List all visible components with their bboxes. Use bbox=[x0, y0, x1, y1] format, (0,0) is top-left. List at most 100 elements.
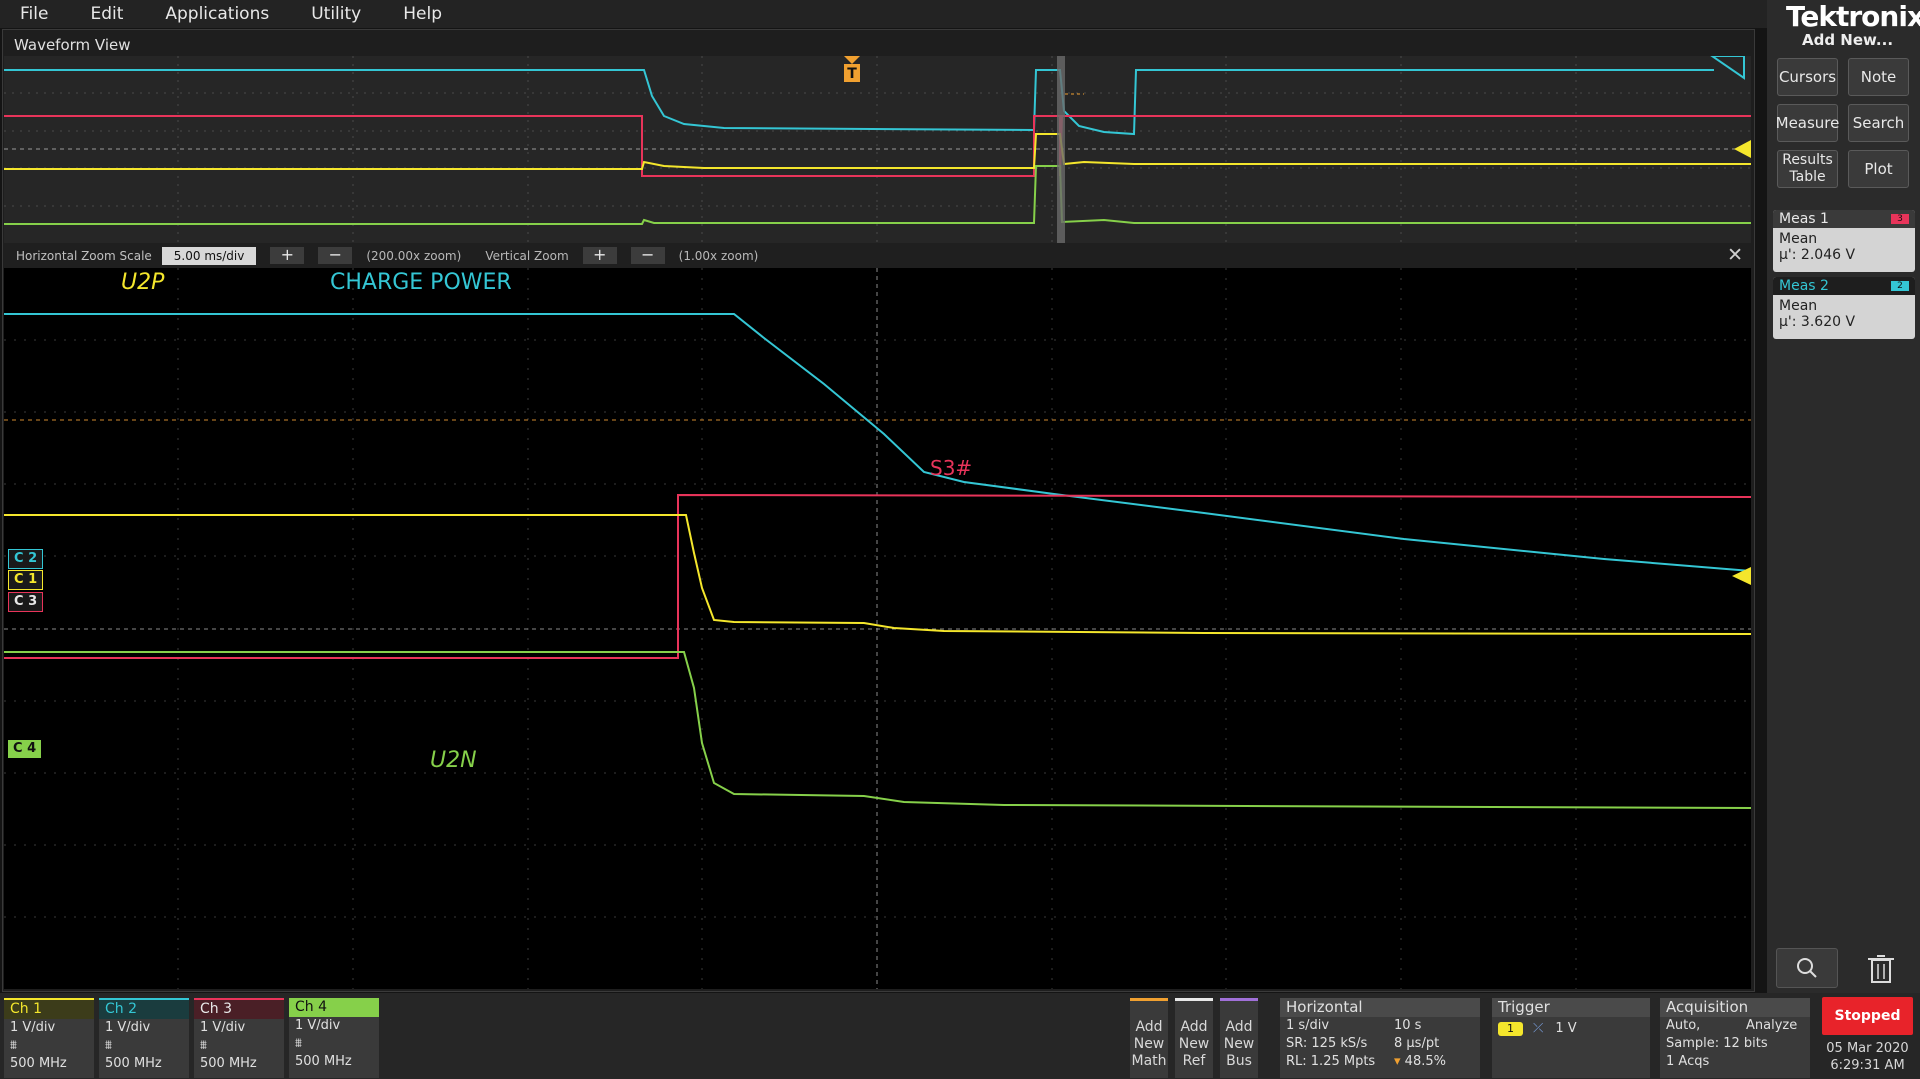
cursors-button[interactable]: Cursors bbox=[1777, 58, 1838, 96]
label-u2n: U2N bbox=[430, 748, 477, 773]
channel-4-name: Ch 4 bbox=[289, 998, 379, 1017]
trigger-edge-icon: ⤫ bbox=[1533, 1021, 1544, 1036]
add-math-line1: Add bbox=[1135, 1019, 1163, 1035]
zoom-bar: Horizontal Zoom Scale 5.00 ms/div + − (2… bbox=[4, 243, 1751, 268]
menu-edit[interactable]: Edit bbox=[70, 4, 145, 24]
tektronix-logo: Tektronix bbox=[1786, 0, 1920, 33]
channel-3-bandwidth: 500 MHz bbox=[200, 1056, 257, 1071]
channel-2-name: Ch 2 bbox=[99, 998, 189, 1019]
add-bus-line2: New bbox=[1223, 1036, 1255, 1052]
vertical-zoom-out-button[interactable]: − bbox=[630, 247, 665, 264]
menu-file[interactable]: File bbox=[0, 4, 70, 24]
add-new-bus-button[interactable]: Add New Bus bbox=[1220, 998, 1258, 1078]
horizontal-zoom-out-button[interactable]: − bbox=[318, 247, 353, 264]
measurement-1-type: Mean bbox=[1779, 231, 1818, 247]
waveform-view-title: Waveform View bbox=[14, 36, 131, 54]
overview-plot[interactable]: T bbox=[4, 56, 1751, 243]
horizontal-badge[interactable]: Horizontal 1 s/div 10 s SR: 125 kS/s 8 µ… bbox=[1280, 998, 1480, 1078]
measurement-2-name: Meas 2 bbox=[1779, 278, 1829, 294]
channel-tag-c3[interactable]: C 3 bbox=[8, 592, 44, 612]
add-ref-line2: New bbox=[1178, 1036, 1210, 1052]
channel-3-badge[interactable]: Ch 3 1 V/div ⩩ 500 MHz bbox=[194, 998, 284, 1078]
acquisition-badge[interactable]: Acquisition Auto, Analyze Sample: 12 bit… bbox=[1660, 998, 1810, 1078]
channel-4-coupling-icon: ⩩ bbox=[295, 1036, 302, 1051]
channel-1-bandwidth: 500 MHz bbox=[10, 1056, 67, 1071]
run-stop-status-button[interactable]: Stopped bbox=[1822, 997, 1913, 1035]
delete-button[interactable] bbox=[1850, 948, 1912, 988]
horizontal-sample-rate: SR: 125 kS/s bbox=[1286, 1036, 1368, 1051]
label-u2p: U2P bbox=[121, 270, 165, 295]
add-math-line3: Math bbox=[1131, 1053, 1167, 1069]
overview-trigger-marker-label: T bbox=[847, 66, 857, 82]
vertical-zoom-in-button[interactable]: + bbox=[582, 247, 617, 264]
horizontal-zoom-factor: (200.00x zoom) bbox=[366, 248, 462, 263]
add-ref-line3: Ref bbox=[1182, 1053, 1206, 1069]
acquisition-count: 1 Acqs bbox=[1666, 1054, 1710, 1069]
horizontal-scale: 1 s/div bbox=[1286, 1018, 1330, 1033]
measurement-1-badge[interactable]: Meas 1 3 Mean µ': 2.046 V bbox=[1773, 210, 1915, 272]
right-panel bbox=[1767, 0, 1920, 993]
zoomed-waveform-plot[interactable]: U2P CHARGE POWER S3# U2N C 2 C 1 C 3 C 4 bbox=[4, 268, 1751, 989]
horizontal-position-icon: ▾ bbox=[1394, 1054, 1405, 1069]
channel-tag-c1[interactable]: C 1 bbox=[8, 570, 44, 590]
channel-4-scale: 1 V/div bbox=[295, 1018, 341, 1033]
horizontal-duration: 10 s bbox=[1394, 1018, 1422, 1033]
plot-button[interactable]: Plot bbox=[1848, 150, 1909, 188]
trigger-level: 1 V bbox=[1555, 1021, 1577, 1036]
measurement-1-name: Meas 1 bbox=[1779, 211, 1829, 227]
results-table-button[interactable]: Results Table bbox=[1777, 150, 1838, 188]
add-ref-line1: Add bbox=[1180, 1019, 1208, 1035]
date-time: 05 Mar 2020 6:29:31 AM bbox=[1822, 1040, 1913, 1074]
channel-1-coupling-icon: ⩩ bbox=[10, 1038, 17, 1053]
channel-2-scale: 1 V/div bbox=[105, 1020, 151, 1035]
magnifier-icon bbox=[1797, 958, 1817, 978]
acquisition-sample: Sample: 12 bits bbox=[1666, 1036, 1768, 1051]
menu-bar: File Edit Applications Utility Help bbox=[0, 0, 1770, 28]
measurement-1-source: 3 bbox=[1891, 214, 1909, 224]
add-new-math-button[interactable]: Add New Math bbox=[1130, 998, 1168, 1078]
close-zoom-icon[interactable]: ✕ bbox=[1727, 244, 1743, 266]
channel-1-scale: 1 V/div bbox=[10, 1020, 56, 1035]
trigger-title: Trigger bbox=[1492, 998, 1650, 1017]
menu-utility[interactable]: Utility bbox=[291, 4, 383, 24]
channel-tag-c2[interactable]: C 2 bbox=[8, 549, 44, 569]
trash-icon bbox=[1868, 955, 1894, 983]
trigger-badge[interactable]: Trigger 1 ⤫ 1 V bbox=[1492, 998, 1650, 1078]
add-new-label: Add New... bbox=[1802, 31, 1894, 49]
channel-tag-c4[interactable]: C 4 bbox=[8, 740, 42, 758]
horizontal-record-length: RL: 1.25 Mpts bbox=[1286, 1054, 1376, 1069]
overview-traces: T bbox=[4, 56, 1751, 243]
acquisition-title: Acquisition bbox=[1660, 998, 1810, 1017]
acquisition-analyze: Analyze bbox=[1746, 1018, 1798, 1033]
horizontal-title: Horizontal bbox=[1280, 998, 1480, 1017]
channel-2-badge[interactable]: Ch 2 1 V/div ⩩ 500 MHz bbox=[99, 998, 189, 1078]
channel-3-coupling-icon: ⩩ bbox=[200, 1038, 207, 1053]
horizontal-position: 48.5% bbox=[1404, 1054, 1446, 1069]
measurement-2-badge[interactable]: Meas 2 2 Mean µ': 3.620 V bbox=[1773, 277, 1915, 339]
measurement-1-value: µ': 2.046 V bbox=[1779, 247, 1856, 263]
add-bus-line3: Bus bbox=[1226, 1053, 1252, 1069]
measure-button[interactable]: Measure bbox=[1776, 104, 1839, 142]
horizontal-zoom-scale-field[interactable]: 5.00 ms/div bbox=[161, 246, 257, 265]
add-math-line2: New bbox=[1133, 1036, 1165, 1052]
channel-3-name: Ch 3 bbox=[194, 998, 284, 1019]
channel-4-badge[interactable]: Ch 4 1 V/div ⩩ 500 MHz bbox=[289, 998, 379, 1078]
channel-1-badge[interactable]: Ch 1 1 V/div ⩩ 500 MHz bbox=[4, 998, 94, 1078]
acquisition-mode: Auto, bbox=[1666, 1018, 1701, 1033]
channel-3-scale: 1 V/div bbox=[200, 1020, 246, 1035]
menu-help[interactable]: Help bbox=[383, 4, 464, 24]
add-bus-line1: Add bbox=[1225, 1019, 1253, 1035]
add-new-ref-button[interactable]: Add New Ref bbox=[1175, 998, 1213, 1078]
measurement-2-type: Mean bbox=[1779, 298, 1818, 314]
measurement-2-value: µ': 3.620 V bbox=[1779, 314, 1856, 330]
vertical-zoom-label: Vertical Zoom bbox=[485, 248, 569, 263]
vertical-zoom-factor: (1.00x zoom) bbox=[678, 248, 759, 263]
time: 6:29:31 AM bbox=[1830, 1058, 1905, 1073]
search-button[interactable]: Search bbox=[1848, 104, 1909, 142]
channel-2-coupling-icon: ⩩ bbox=[105, 1038, 112, 1053]
horizontal-zoom-in-button[interactable]: + bbox=[270, 247, 305, 264]
menu-applications[interactable]: Applications bbox=[145, 4, 291, 24]
horizontal-time-per-point: 8 µs/pt bbox=[1394, 1036, 1440, 1051]
note-button[interactable]: Note bbox=[1848, 58, 1909, 96]
zoom-magnifier-button[interactable] bbox=[1776, 948, 1838, 988]
